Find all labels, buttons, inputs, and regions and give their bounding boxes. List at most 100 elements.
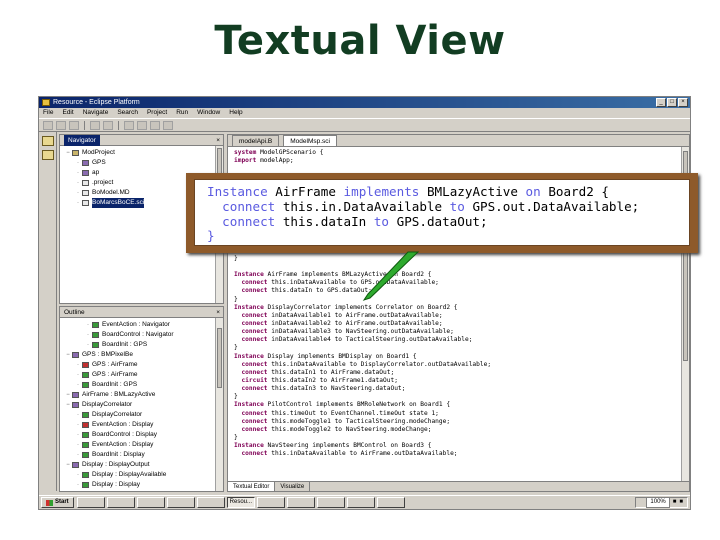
expand-toggle-icon[interactable]: · [84, 330, 92, 340]
expand-toggle-icon[interactable]: − [64, 390, 72, 400]
taskbar-button[interactable] [166, 497, 195, 508]
editor-tab[interactable]: modelApi.B [232, 135, 280, 146]
menu-run[interactable]: Run [176, 108, 188, 118]
outline-header[interactable]: Outline × [60, 307, 223, 318]
tree-item[interactable]: · BoardInit : Display [64, 450, 223, 460]
tree-item[interactable]: − ModProject [64, 148, 223, 158]
tree-item[interactable]: − AirFrame : BMLazyActive [64, 390, 223, 400]
tray-icon[interactable]: ■ [673, 498, 677, 507]
tree-item-label: EventAction : Navigator [102, 321, 170, 328]
menu-edit[interactable]: Edit [62, 108, 73, 118]
save-icon[interactable] [56, 121, 66, 130]
code-text: } [234, 393, 238, 401]
expand-toggle-icon[interactable]: · [74, 380, 82, 390]
navigator-header[interactable]: Navigator × [60, 135, 223, 146]
menu-help[interactable]: Help [229, 108, 242, 118]
window-titlebar[interactable]: Resource - Eclipse Platform _ □ × [39, 97, 690, 108]
tree-item[interactable]: · GPS [64, 158, 223, 168]
tree-item[interactable]: − GPS : BMPixelBe [64, 350, 223, 360]
expand-toggle-icon[interactable]: · [74, 168, 82, 178]
forward-icon[interactable] [163, 121, 173, 130]
zoom-level[interactable]: 100% [646, 497, 670, 508]
close-icon[interactable]: × [216, 307, 220, 318]
editor-tab-active[interactable]: ModelMsp.sci [283, 135, 337, 146]
expand-toggle-icon[interactable]: · [74, 370, 82, 380]
taskbar-button[interactable] [136, 497, 165, 508]
menu-project[interactable]: Project [147, 108, 167, 118]
expand-toggle-icon[interactable]: · [74, 430, 82, 440]
tree-item[interactable]: · GPS : AirFrame [64, 370, 223, 380]
menu-file[interactable]: File [43, 108, 53, 118]
menu-search[interactable]: Search [117, 108, 138, 118]
menu-window[interactable]: Window [197, 108, 220, 118]
expand-toggle-icon[interactable]: · [84, 340, 92, 350]
tree-item[interactable]: − Display : DisplayOutput [64, 460, 223, 470]
expand-toggle-icon[interactable]: · [74, 480, 82, 490]
expand-toggle-icon[interactable]: − [64, 148, 72, 158]
tree-item[interactable]: · EventAction : Navigator [64, 320, 223, 330]
code-text: this.dataIn1 to AirFrame.dataOut; [267, 368, 395, 376]
taskbar-button[interactable] [196, 497, 225, 508]
taskbar-button[interactable] [376, 497, 405, 508]
expand-toggle-icon[interactable]: · [74, 410, 82, 420]
start-button[interactable]: Start [41, 497, 74, 508]
resource-perspective-icon[interactable] [42, 150, 54, 160]
taskbar-button[interactable] [256, 497, 285, 508]
open-type-icon[interactable] [137, 121, 147, 130]
code-keyword: connect [234, 450, 268, 458]
expand-toggle-icon[interactable]: · [74, 440, 82, 450]
tree-item[interactable]: · Display : DisplayAvailable [64, 470, 223, 480]
taskbar-button[interactable] [76, 497, 105, 508]
tree-item[interactable]: · EventAction : Display [64, 420, 223, 430]
expand-toggle-icon[interactable]: · [74, 360, 82, 370]
tree-item[interactable]: · BoardInit : GPS [64, 340, 223, 350]
open-perspective-icon[interactable] [42, 136, 54, 146]
expand-toggle-icon[interactable]: · [74, 188, 82, 198]
tree-item[interactable]: · BoardControl : Navigator [64, 330, 223, 340]
expand-toggle-icon[interactable]: − [64, 460, 72, 470]
maximize-button[interactable]: □ [667, 98, 677, 107]
taskbar-button[interactable] [286, 497, 315, 508]
tree-item[interactable]: · DisplayCorrelator [64, 410, 223, 420]
new-icon[interactable] [43, 121, 53, 130]
start-label: Start [55, 499, 69, 505]
expand-toggle-icon[interactable]: · [74, 470, 82, 480]
tree-item[interactable]: · GPS : AirFrame [64, 360, 223, 370]
minimize-button[interactable]: _ [656, 98, 666, 107]
menubar: File Edit Navigate Search Project Run Wi… [39, 108, 690, 118]
tray-icon[interactable]: ■ [679, 498, 683, 507]
tree-item[interactable]: · EventAction : Display [64, 440, 223, 450]
textual-editor-tab[interactable]: Textual Editor [228, 482, 276, 491]
component-icon [92, 342, 99, 348]
close-button[interactable]: × [678, 98, 688, 107]
expand-toggle-icon[interactable]: − [64, 350, 72, 360]
taskbar-button[interactable] [346, 497, 375, 508]
expand-toggle-icon[interactable]: · [74, 178, 82, 188]
expand-toggle-icon[interactable]: · [74, 198, 82, 208]
taskbar-button[interactable] [106, 497, 135, 508]
tree-item[interactable]: − DisplayCorrelator [64, 400, 223, 410]
taskbar-button[interactable] [316, 497, 345, 508]
code-line: connect inDataAvailable3 to NavSteering.… [234, 328, 679, 336]
menu-navigate[interactable]: Navigate [83, 108, 109, 118]
expand-toggle-icon[interactable]: · [74, 420, 82, 430]
back-icon[interactable] [150, 121, 160, 130]
search-icon[interactable] [124, 121, 134, 130]
expand-toggle-icon[interactable]: · [74, 450, 82, 460]
taskbar-button[interactable]: Resou... [226, 497, 255, 508]
tree-item[interactable]: · BoardControl : Display [64, 430, 223, 440]
expand-toggle-icon[interactable]: · [74, 158, 82, 168]
tree-item[interactable]: · Display : Display [64, 480, 223, 490]
expand-toggle-icon[interactable]: · [84, 320, 92, 330]
close-icon[interactable]: × [216, 135, 220, 146]
code-text: this.dataIn to GPS.dataOut; [267, 287, 372, 295]
debug-icon[interactable] [90, 121, 100, 130]
outline-scrollbar[interactable] [215, 318, 223, 491]
tree-item[interactable]: · BoardInit : GPS [64, 380, 223, 390]
print-icon[interactable] [69, 121, 79, 130]
package-icon [72, 402, 79, 408]
run-icon[interactable] [103, 121, 113, 130]
visualize-tab[interactable]: Visualize [275, 482, 311, 491]
expand-toggle-icon[interactable]: − [64, 400, 72, 410]
code-text: inDataAvailable2 to AirFrame.outDataAvai… [267, 319, 443, 327]
